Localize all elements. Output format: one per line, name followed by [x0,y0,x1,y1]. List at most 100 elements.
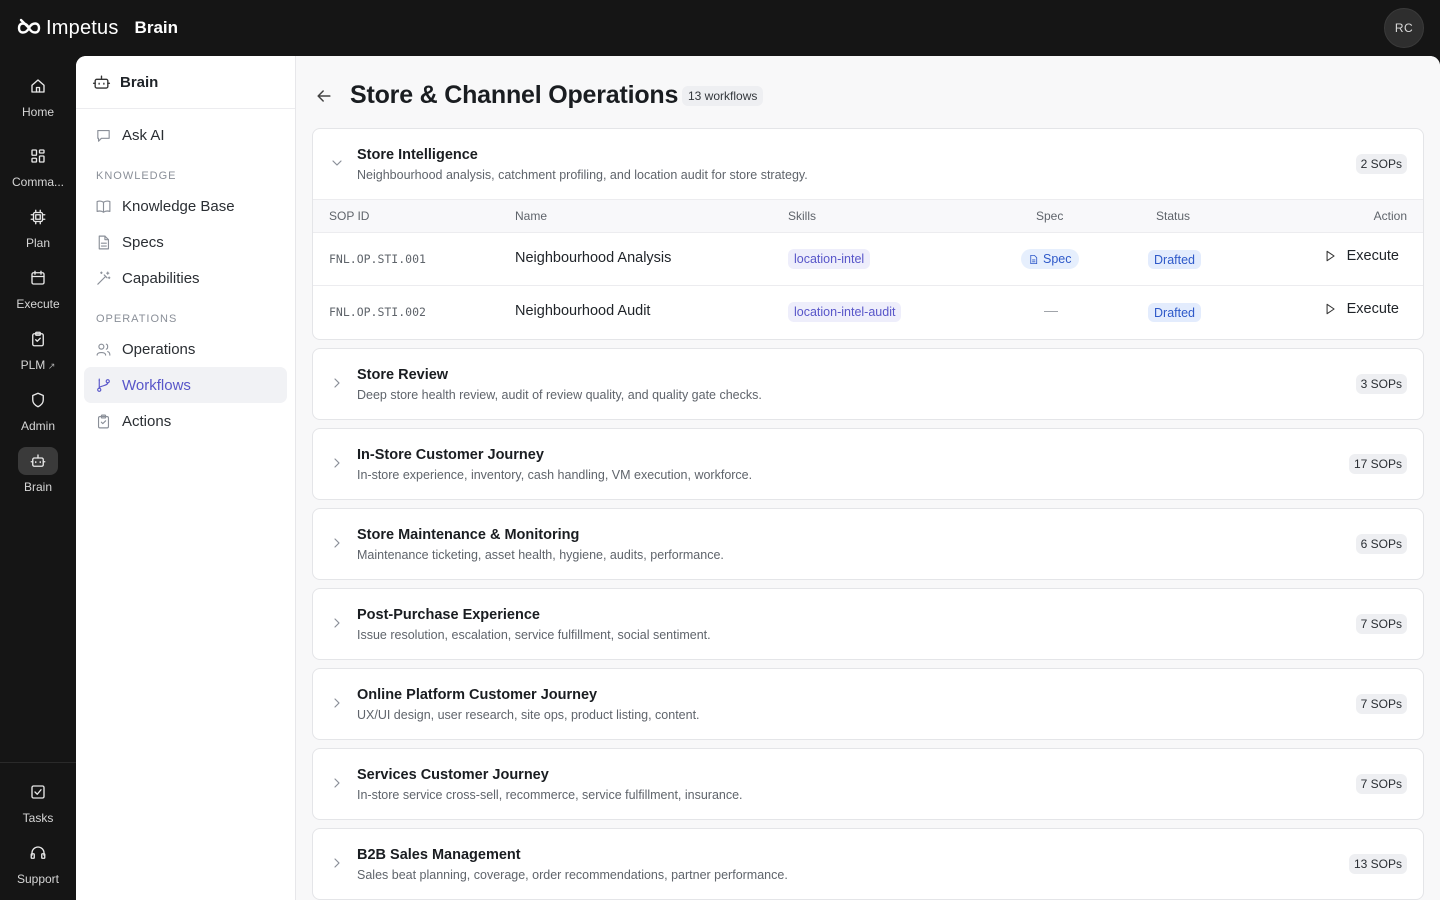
rail-label: Execute [16,297,60,311]
chat-icon [97,129,110,142]
execute-button[interactable]: Execute [1323,248,1399,264]
sop-count-badge: 2 SOPs [1355,154,1407,174]
skill-tag[interactable]: location-intel-audit [788,302,902,322]
spec-link[interactable]: Spec [1021,249,1079,269]
sop-count-badge: 3 SOPs [1355,374,1407,394]
back-button[interactable] [314,86,334,106]
rail-item-admin[interactable]: Admin [0,386,76,442]
chip-icon [30,209,46,225]
workflow-description: Maintenance ticketing, asset health, hyg… [357,548,724,562]
workflow-card-post-purchase[interactable]: Post-Purchase Experience Issue resolutio… [312,588,1424,660]
rail-item-brain[interactable]: Brain [0,447,76,503]
execute-label: Execute [1346,301,1399,317]
table-row: FNL.OP.STI.001 Neighbourhood Analysis lo… [313,233,1423,286]
workflow-card-b2b-sales[interactable]: B2B Sales Management Sales beat planning… [312,828,1424,900]
rail-label: Home [21,105,54,119]
sidebar-item-knowledge-base[interactable]: Knowledge Base [84,188,287,224]
workflow-title: Store Review [357,367,449,383]
chevron-right-icon[interactable] [329,855,345,871]
workflow-card-store-maintenance[interactable]: Store Maintenance & Monitoring Maintenan… [312,508,1424,580]
workflow-card-online-platform[interactable]: Online Platform Customer Journey UX/UI d… [312,668,1424,740]
workflow-card-store-intelligence: Store Intelligence Neighbourhood analysi… [312,128,1424,340]
rail-item-support[interactable]: Support [0,839,76,895]
sop-count-badge: 13 SOPs [1348,854,1407,874]
sop-count-badge: 7 SOPs [1355,774,1407,794]
users-icon [96,343,111,356]
workflow-title: Store Maintenance & Monitoring [357,527,580,543]
rail-label: Admin [20,419,55,433]
sop-id: FNL.OP.STI.001 [329,252,426,266]
shield-icon [32,392,44,408]
spec-label: Spec [1043,252,1072,266]
sop-name[interactable]: Neighbourhood Analysis [515,250,671,266]
book-open-icon [96,200,111,213]
status-badge: Drafted [1148,250,1201,269]
workflow-title: In-Store Customer Journey [357,447,544,463]
sidebar-item-specs[interactable]: Specs [84,224,287,260]
sop-count-badge: 7 SOPs [1355,694,1407,714]
workflow-title: Post-Purchase Experience [357,607,540,623]
workflow-description: In-store service cross-sell, recommerce,… [357,788,743,802]
sidebar-item-label: Actions [122,412,172,430]
sidebar-item-ask-ai[interactable]: Ask AI [84,117,287,153]
sop-count-badge: 6 SOPs [1355,534,1407,554]
chevron-right-icon[interactable] [329,695,345,711]
home-icon [31,79,45,93]
skill-tag[interactable]: location-intel [788,249,871,269]
rail-item-plm[interactable]: PLM ↗ [0,325,76,381]
workflow-description: UX/UI design, user research, site ops, p… [357,708,700,722]
sidebar-item-capabilities[interactable]: Capabilities [84,260,287,296]
sidebar-item-label: Capabilities [122,269,200,287]
play-icon [1326,250,1335,262]
rail-item-plan[interactable]: Plan [0,203,76,259]
sidebar-item-label: Specs [122,233,164,251]
sop-name[interactable]: Neighbourhood Audit [515,303,650,319]
top-bar: Impetus Brain RC [0,0,1440,56]
sidebar-section-knowledge: KNOWLEDGE [96,170,177,182]
document-icon [1030,254,1038,264]
sidebar-item-actions[interactable]: Actions [84,403,287,439]
clipboard-check-icon [97,414,110,428]
user-avatar[interactable]: RC [1384,8,1424,48]
rail-label: Support [16,872,60,886]
rail-item-command[interactable]: Comma... [0,142,76,198]
chevron-down-icon[interactable] [329,155,345,171]
chevron-right-icon[interactable] [329,775,345,791]
rail-label: Brain [23,480,52,494]
sop-count-badge: 7 SOPs [1355,614,1407,634]
rail-label: Tasks [22,811,54,825]
magic-wand-icon [97,271,111,285]
col-header-sop-id: SOP ID [329,209,370,223]
arrow-left-icon [317,90,331,102]
workflow-card-services-customer-journey[interactable]: Services Customer Journey In-store servi… [312,748,1424,820]
git-branch-icon [97,378,110,392]
col-header-skills: Skills [788,209,817,223]
sidebar-title: Brain [120,73,159,91]
play-icon [1326,303,1335,315]
workflow-description: In-store experience, inventory, cash han… [357,468,753,482]
spec-empty: — [1044,302,1058,318]
chevron-right-icon[interactable] [329,615,345,631]
sidebar-item-label: Operations [122,340,196,358]
sop-count-badge: 17 SOPs [1348,454,1407,474]
sidebar-item-workflows[interactable]: Workflows [84,367,287,403]
app-logo[interactable]: Impetus Brain [16,15,178,41]
impetus-logo-icon [17,18,41,34]
workflow-card-header[interactable]: Store Intelligence Neighbourhood analysi… [313,129,1423,199]
rail-item-execute[interactable]: Execute [0,264,76,320]
workflow-title: Online Platform Customer Journey [357,687,598,703]
status-badge: Drafted [1148,303,1201,322]
chevron-right-icon[interactable] [329,535,345,551]
rail-item-home[interactable]: Home [0,72,76,128]
workflow-card-in-store-customer-journey[interactable]: In-Store Customer Journey In-store exper… [312,428,1424,500]
rail-item-tasks[interactable]: Tasks [0,778,76,834]
rail-label: Plan [25,236,51,250]
execute-button[interactable]: Execute [1323,301,1399,317]
chevron-right-icon[interactable] [329,455,345,471]
checkbox-icon [31,785,45,799]
sidebar-item-operations[interactable]: Operations [84,331,287,367]
chevron-right-icon[interactable] [329,375,345,391]
workflow-card-store-review[interactable]: Store Review Deep store health review, a… [312,348,1424,420]
col-header-status: Status [1156,209,1191,223]
document-icon [98,235,110,249]
